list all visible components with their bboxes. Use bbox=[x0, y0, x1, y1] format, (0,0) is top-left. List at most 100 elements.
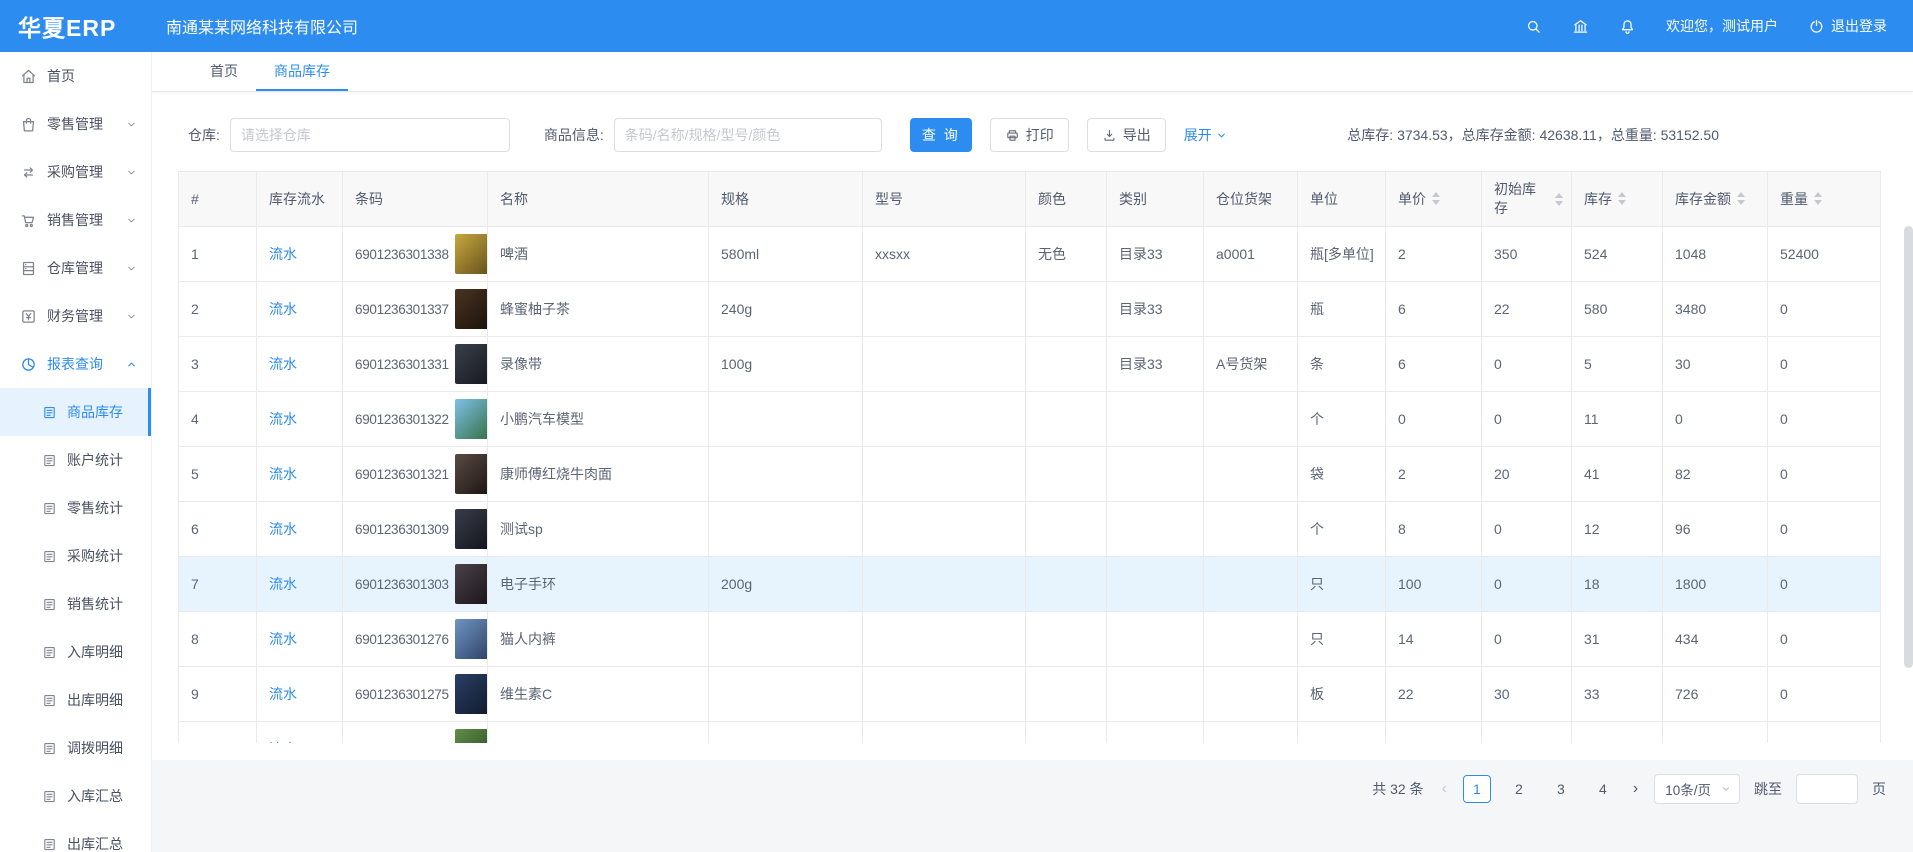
page-button-2[interactable]: 2 bbox=[1505, 775, 1533, 803]
product-info-input[interactable] bbox=[614, 118, 882, 152]
sidebar-subitem-出库明细[interactable]: 出库明细 bbox=[0, 676, 151, 724]
column-label: 单位 bbox=[1310, 190, 1338, 209]
print-button[interactable]: 打印 bbox=[990, 118, 1069, 152]
sort-caret-icon[interactable] bbox=[1432, 192, 1440, 205]
sidebar-item-零售管理[interactable]: 零售管理 bbox=[0, 100, 151, 148]
sort-caret-icon[interactable] bbox=[1555, 193, 1563, 206]
prev-page-button[interactable]: ‹ bbox=[1440, 781, 1449, 797]
cell-initial-stock: 0 bbox=[1482, 337, 1572, 392]
cell-name: 猫人内裤 bbox=[488, 612, 709, 667]
column-header-重量[interactable]: 重量 bbox=[1768, 172, 1881, 227]
cell-spec: 100g bbox=[709, 337, 863, 392]
sidebar-subitem-销售统计[interactable]: 销售统计 bbox=[0, 580, 151, 628]
column-label: # bbox=[191, 190, 199, 209]
search-icon[interactable] bbox=[1525, 18, 1542, 35]
column-label: 条码 bbox=[355, 190, 383, 209]
sidebar-item-采购管理[interactable]: 采购管理 bbox=[0, 148, 151, 196]
sidebar-item-首页[interactable]: 首页 bbox=[0, 52, 151, 100]
cell-barcode: 6901236301303 bbox=[343, 557, 488, 612]
cell-barcode: 6901236301309 bbox=[343, 502, 488, 557]
cell-initial-stock: 350 bbox=[1482, 227, 1572, 282]
sidebar-item-财务管理[interactable]: 财务管理 bbox=[0, 292, 151, 340]
sidebar-subitem-账户统计[interactable]: 账户统计 bbox=[0, 436, 151, 484]
stock-flow-link[interactable]: 流水 bbox=[269, 686, 297, 702]
warehouse-label: 仓库: bbox=[188, 125, 220, 145]
cell-initial-stock: 0 bbox=[1482, 612, 1572, 667]
sort-caret-icon[interactable] bbox=[1618, 192, 1626, 205]
column-label: 名称 bbox=[500, 190, 528, 209]
column-header-初始库存[interactable]: 初始库存 bbox=[1482, 172, 1572, 227]
expand-link[interactable]: 展开 bbox=[1184, 125, 1227, 145]
tab-首页[interactable]: 首页 bbox=[192, 51, 256, 91]
sidebar-subitem-出库汇总[interactable]: 出库汇总 bbox=[0, 820, 151, 852]
tab-商品库存[interactable]: 商品库存 bbox=[256, 51, 348, 91]
cell-weight: 0 bbox=[1768, 447, 1881, 502]
column-header-库存金额[interactable]: 库存金额 bbox=[1663, 172, 1768, 227]
column-header-库存[interactable]: 库存 bbox=[1572, 172, 1663, 227]
sidebar-item-仓库管理[interactable]: 仓库管理 bbox=[0, 244, 151, 292]
sort-caret-icon[interactable] bbox=[1814, 192, 1822, 205]
stock-flow-link[interactable]: 流水 bbox=[269, 356, 297, 372]
bank-icon[interactable] bbox=[1572, 18, 1589, 35]
stock-flow-link[interactable]: 流水 bbox=[269, 246, 297, 262]
cell-initial-stock: 22 bbox=[1482, 282, 1572, 337]
page-button-3[interactable]: 3 bbox=[1547, 775, 1575, 803]
next-page-button[interactable]: › bbox=[1631, 781, 1640, 797]
sidebar-item-报表查询[interactable]: 报表查询 bbox=[0, 340, 151, 388]
sort-caret-icon[interactable] bbox=[1737, 192, 1745, 205]
cell-spec bbox=[709, 502, 863, 557]
warehouse-select-input[interactable] bbox=[230, 118, 510, 152]
cell-stock: 5 bbox=[1572, 337, 1663, 392]
cell-model bbox=[863, 557, 1026, 612]
cell-stock: 18 bbox=[1572, 557, 1663, 612]
cell-category bbox=[1107, 502, 1204, 557]
cell-weight bbox=[1768, 722, 1881, 744]
cell-spec bbox=[709, 447, 863, 502]
logout-button[interactable]: 退出登录 bbox=[1808, 16, 1887, 36]
cell-flow: 流水 bbox=[257, 612, 343, 667]
stock-flow-link[interactable]: 流水 bbox=[269, 741, 297, 743]
pagination-total: 共 32 条 bbox=[1372, 779, 1423, 799]
sidebar-subitem-采购统计[interactable]: 采购统计 bbox=[0, 532, 151, 580]
sidebar-subitem-调拨明细[interactable]: 调拨明细 bbox=[0, 724, 151, 772]
stock-flow-link[interactable]: 流水 bbox=[269, 411, 297, 427]
jump-page-input[interactable] bbox=[1796, 774, 1858, 804]
column-label: 仓位货架 bbox=[1216, 190, 1272, 209]
inventory-summary: 总库存: 3734.53，总库存金额: 42638.11，总重量: 53152.… bbox=[1347, 125, 1719, 145]
vertical-scrollbar[interactable] bbox=[1904, 226, 1913, 668]
stock-flow-link[interactable]: 流水 bbox=[269, 466, 297, 482]
stock-flow-link[interactable]: 流水 bbox=[269, 301, 297, 317]
cell-price: 22 bbox=[1386, 667, 1482, 722]
sidebar-subitem-商品库存[interactable]: 商品库存 bbox=[0, 388, 151, 436]
sidebar-subitem-入库明细[interactable]: 入库明细 bbox=[0, 628, 151, 676]
cell-color: 无色 bbox=[1026, 227, 1107, 282]
page-button-1[interactable]: 1 bbox=[1463, 775, 1491, 803]
bell-icon[interactable] bbox=[1619, 18, 1636, 35]
page-size-select[interactable]: 10条/页 bbox=[1654, 774, 1740, 804]
cell-flow: 流水 bbox=[257, 282, 343, 337]
cell-rack bbox=[1204, 502, 1298, 557]
cell-stock: 41 bbox=[1572, 447, 1663, 502]
jump-label: 跳至 bbox=[1754, 779, 1782, 799]
report-doc-icon bbox=[42, 597, 57, 612]
cell-weight: 0 bbox=[1768, 502, 1881, 557]
cell-category bbox=[1107, 612, 1204, 667]
sidebar-subitem-入库汇总[interactable]: 入库汇总 bbox=[0, 772, 151, 820]
barcode-value: 6901236301275 bbox=[355, 687, 449, 702]
export-button[interactable]: 导出 bbox=[1087, 118, 1166, 152]
sidebar-subitem-零售统计[interactable]: 零售统计 bbox=[0, 484, 151, 532]
column-header-规格: 规格 bbox=[709, 172, 863, 227]
sidebar-subitem-label: 入库汇总 bbox=[67, 786, 123, 806]
column-header-名称: 名称 bbox=[488, 172, 709, 227]
product-thumbnail bbox=[455, 729, 488, 743]
page-button-4[interactable]: 4 bbox=[1589, 775, 1617, 803]
stock-flow-link[interactable]: 流水 bbox=[269, 576, 297, 592]
column-label: 库存 bbox=[1584, 190, 1612, 209]
stock-flow-link[interactable]: 流水 bbox=[269, 631, 297, 647]
sidebar-item-销售管理[interactable]: 销售管理 bbox=[0, 196, 151, 244]
product-thumbnail bbox=[455, 454, 488, 494]
stock-flow-link[interactable]: 流水 bbox=[269, 521, 297, 537]
search-button[interactable]: 查 询 bbox=[910, 118, 972, 152]
column-header-单价[interactable]: 单价 bbox=[1386, 172, 1482, 227]
cell-color bbox=[1026, 282, 1107, 337]
